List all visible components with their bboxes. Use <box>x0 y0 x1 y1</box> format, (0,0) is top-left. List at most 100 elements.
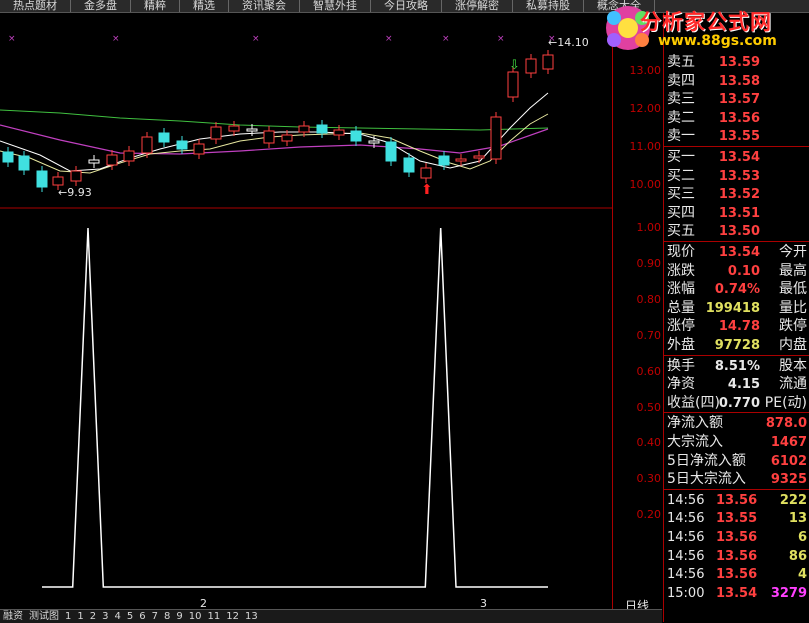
bottom-tab-12[interactable]: 10 <box>186 610 205 623</box>
marker-0: × <box>8 34 16 44</box>
buy-price: 13.54 <box>718 150 760 165</box>
menu-item-1[interactable]: 金多盘 <box>71 0 131 12</box>
flow-value: 878.0 <box>765 416 807 432</box>
tick-volume: 4 <box>797 567 807 583</box>
chart-area[interactable]: × × × × × × × ⇩ ⬆ ←14.10 ←9.93 2 3 <box>0 13 612 610</box>
sell-row-1: 卖四 13.58 <box>664 72 809 91</box>
fund-value: 4.15 <box>727 377 760 393</box>
tick-time: 14:56 <box>667 511 705 527</box>
menu-item-6[interactable]: 今日攻略 <box>371 0 442 12</box>
menu-item-4[interactable]: 资讯聚会 <box>229 0 300 12</box>
flow-row-1: 大宗流入 1467 <box>664 433 809 452</box>
logo-url[interactable]: www.88gs.com <box>658 33 777 49</box>
tick-time: 14:56 <box>667 492 705 508</box>
flow-label: 5日大宗流入 <box>667 471 746 488</box>
buy-price: 13.50 <box>718 224 760 240</box>
price-tick-2: 11.00 <box>629 140 662 153</box>
indicator-tick-3: 0.70 <box>636 328 662 342</box>
stat-label: 涨停 <box>667 318 695 335</box>
bottom-tab-2[interactable]: 1 <box>62 610 74 623</box>
candle-body-21 <box>368 140 380 144</box>
stat-right-label: 最低 <box>779 281 807 298</box>
stat-row-0: 现价 13.54 今开 <box>664 243 809 262</box>
fund-label: 净资 <box>667 376 695 393</box>
bottom-tab-9[interactable]: 7 <box>149 610 161 623</box>
logo-title: 分析家公式网 <box>640 10 772 34</box>
fund-row-1: 净资 4.15 流通 <box>664 375 809 394</box>
low-price-label: ←9.93 <box>58 186 92 199</box>
sell-row-3: 卖二 13.56 <box>664 109 809 128</box>
buy-label: 买四 <box>667 204 695 221</box>
indicator-series <box>42 227 548 588</box>
menu-item-5[interactable]: 智慧外挂 <box>300 0 371 12</box>
candle-body-18 <box>316 124 328 134</box>
tick-volume: 13 <box>788 511 807 527</box>
bottom-tab-4[interactable]: 2 <box>87 610 99 623</box>
bottom-tab-15[interactable]: 13 <box>242 610 261 623</box>
candle-body-1 <box>18 155 30 171</box>
indicator-tick-6: 0.40 <box>636 436 662 450</box>
tick-row-5: 15:00 13.54 3279 <box>664 584 809 603</box>
candle-body-10 <box>176 140 188 150</box>
stat-right-label: 最高 <box>779 262 807 279</box>
sell-row-4: 卖一 13.55 <box>664 127 809 146</box>
menu-item-8[interactable]: 私募持股 <box>513 0 584 12</box>
stat-right-label: 跌停 <box>779 318 807 335</box>
sell-label: 卖四 <box>667 72 695 89</box>
flow-label: 净流入额 <box>667 415 723 432</box>
stat-value: 14.78 <box>718 319 760 335</box>
bottom-tab-10[interactable]: 8 <box>161 610 173 623</box>
candle-body-31 <box>542 54 554 70</box>
tick-price: 13.56 <box>716 548 758 564</box>
bottom-tab-5[interactable]: 3 <box>99 610 111 623</box>
sell-price: 13.56 <box>718 110 760 126</box>
candle-body-4 <box>70 170 82 182</box>
candle-body-20 <box>350 130 362 142</box>
stat-right-label: 内盘 <box>779 337 807 353</box>
marker-3: × <box>385 34 393 44</box>
indicator-tick-5: 0.50 <box>636 400 662 414</box>
candle-body-16 <box>281 134 293 142</box>
buy-price: 13.51 <box>718 205 760 221</box>
panel-separator <box>664 241 809 242</box>
menu-item-7[interactable]: 涨停解密 <box>442 0 513 12</box>
tick-volume: 222 <box>779 492 807 508</box>
buy-row-0: 买一 13.54 <box>664 148 809 167</box>
indicator-tick-7: 0.30 <box>636 472 662 486</box>
fund-label: 收益(四) <box>667 394 720 411</box>
sell-label: 卖一 <box>667 128 695 145</box>
high-price-label: ←14.10 <box>548 36 589 49</box>
candle-body-8 <box>141 136 153 154</box>
ma-line-green <box>0 109 549 131</box>
candle-body-0 <box>2 151 14 163</box>
candlesticks <box>2 50 554 192</box>
bottom-tab-14[interactable]: 12 <box>223 610 242 623</box>
menu-item-2[interactable]: 精粹 <box>131 0 180 12</box>
flow-row-0: 净流入额 878.0 <box>664 414 809 433</box>
bottom-tab-1[interactable]: 测试图 <box>26 610 62 623</box>
bottom-tab-13[interactable]: 11 <box>204 610 223 623</box>
bottom-tab-8[interactable]: 6 <box>136 610 148 623</box>
bottom-tab-6[interactable]: 4 <box>112 610 124 623</box>
menu-item-3[interactable]: 精选 <box>180 0 229 12</box>
bottom-tab-11[interactable]: 9 <box>173 610 185 623</box>
flow-value: 1467 <box>770 435 807 450</box>
marker-1: × <box>112 34 120 44</box>
menu-item-0[interactable]: 热点题材 <box>0 0 71 12</box>
fund-right-label: PE(动) <box>764 394 807 411</box>
quote-panel: 卖五 13.59 卖四 13.58 卖三 13.57 卖二 13.56 卖一 13.55 买一 13.… <box>663 13 809 622</box>
buy-label: 买三 <box>667 186 695 203</box>
x-marker-2: 2 <box>200 597 207 609</box>
stat-right-label: 今开 <box>779 244 807 260</box>
candle-body-12 <box>210 126 222 140</box>
tick-time: 14:56 <box>667 548 705 564</box>
fund-row-0: 换手 8.51% 股本 <box>664 357 809 376</box>
buy-row-2: 买三 13.52 <box>664 185 809 204</box>
bottom-tab-0[interactable]: 融资 <box>0 610 26 623</box>
fund-value: 8.51% <box>714 358 760 374</box>
kline-svg[interactable]: × × × × × × × ⇩ ⬆ ←14.10 ←9.93 2 3 <box>0 13 612 610</box>
arrow-up-icon: ⬆ <box>421 182 433 198</box>
stat-label: 外盘 <box>667 337 695 353</box>
bottom-tab-3[interactable]: 1 <box>74 610 86 623</box>
bottom-tab-7[interactable]: 5 <box>124 610 136 623</box>
